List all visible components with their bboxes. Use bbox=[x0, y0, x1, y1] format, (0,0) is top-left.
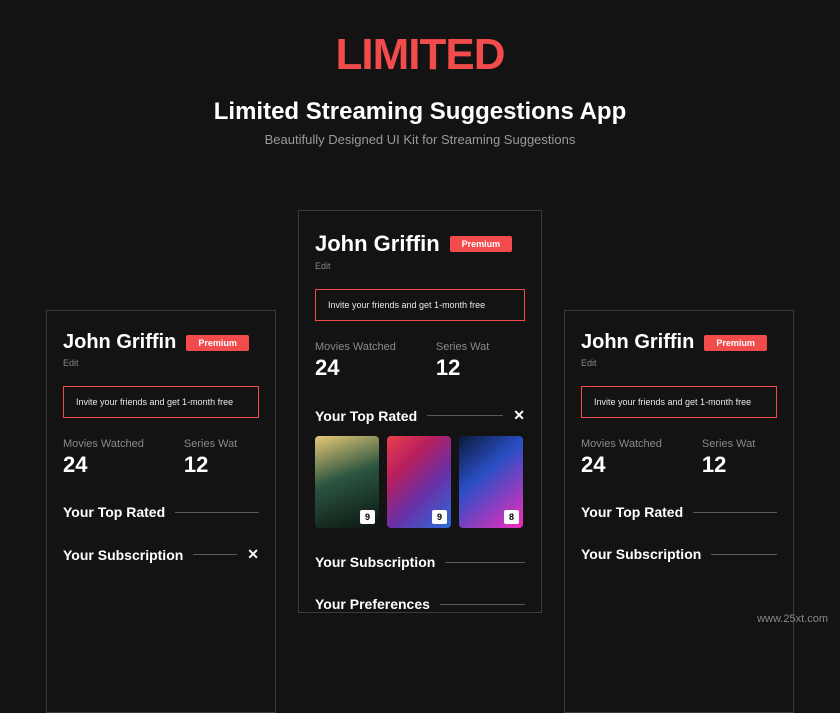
section-divider bbox=[711, 554, 777, 555]
user-name: John Griffin bbox=[315, 231, 440, 257]
stat-series: Series Wat 12 bbox=[184, 438, 237, 478]
stat-movies-value: 24 bbox=[581, 452, 662, 478]
stat-movies: Movies Watched 24 bbox=[63, 438, 144, 478]
stat-movies-label: Movies Watched bbox=[581, 438, 662, 450]
cards-row: John Griffin Premium Edit Invite your fr… bbox=[0, 310, 840, 713]
stat-series-label: Series Wat bbox=[184, 438, 237, 450]
close-icon[interactable]: ✕ bbox=[513, 407, 525, 424]
poster-item[interactable]: 9 bbox=[387, 436, 451, 528]
premium-badge: Premium bbox=[704, 335, 767, 351]
section-top-rated[interactable]: Your Top Rated ✕ bbox=[315, 407, 525, 424]
section-title: Your Subscription bbox=[315, 554, 435, 570]
poster-item[interactable]: 9 bbox=[315, 436, 379, 528]
poster-row: 9 9 8 bbox=[315, 436, 525, 528]
stat-movies: Movies Watched 24 bbox=[315, 341, 396, 381]
page-title: Limited Streaming Suggestions App bbox=[0, 98, 840, 126]
rating-badge: 9 bbox=[360, 510, 375, 524]
poster-item[interactable]: 8 bbox=[459, 436, 523, 528]
section-subscription[interactable]: Your Subscription ✕ bbox=[63, 546, 259, 563]
stat-series: Series Wat 12 bbox=[436, 341, 489, 381]
profile-card-right: John Griffin Premium Edit Invite your fr… bbox=[564, 310, 794, 713]
edit-link[interactable]: Edit bbox=[581, 358, 777, 368]
section-title: Your Top Rated bbox=[315, 408, 417, 424]
stat-series-value: 12 bbox=[436, 355, 489, 381]
section-title: Your Top Rated bbox=[581, 504, 683, 520]
stat-series-label: Series Wat bbox=[702, 438, 755, 450]
watermark: www.25xt.com bbox=[757, 613, 828, 625]
section-title: Your Top Rated bbox=[63, 504, 165, 520]
profile-card-left: John Griffin Premium Edit Invite your fr… bbox=[46, 310, 276, 713]
section-subscription[interactable]: Your Subscription bbox=[581, 546, 777, 562]
stat-series-label: Series Wat bbox=[436, 341, 489, 353]
stats-row: Movies Watched 24 Series Wat 12 bbox=[63, 438, 259, 478]
user-row: John Griffin Premium bbox=[63, 331, 259, 354]
section-divider bbox=[193, 554, 237, 555]
stat-movies-label: Movies Watched bbox=[315, 341, 396, 353]
section-top-rated[interactable]: Your Top Rated bbox=[63, 504, 259, 520]
stat-movies-value: 24 bbox=[63, 452, 144, 478]
stats-row: Movies Watched 24 Series Wat 12 bbox=[315, 341, 525, 381]
section-top-rated[interactable]: Your Top Rated bbox=[581, 504, 777, 520]
section-title: Your Subscription bbox=[63, 547, 183, 563]
section-divider bbox=[175, 512, 259, 513]
section-divider bbox=[445, 562, 525, 563]
section-divider bbox=[693, 512, 777, 513]
premium-badge: Premium bbox=[450, 236, 513, 252]
invite-banner[interactable]: Invite your friends and get 1-month free bbox=[581, 386, 777, 418]
stat-movies-value: 24 bbox=[315, 355, 396, 381]
rating-badge: 9 bbox=[432, 510, 447, 524]
section-subscription[interactable]: Your Subscription bbox=[315, 554, 525, 570]
section-title: Your Preferences bbox=[315, 596, 430, 612]
stat-movies-label: Movies Watched bbox=[63, 438, 144, 450]
user-name: John Griffin bbox=[581, 331, 694, 354]
profile-card-center: John Griffin Premium Edit Invite your fr… bbox=[298, 210, 542, 613]
user-name: John Griffin bbox=[63, 331, 176, 354]
premium-badge: Premium bbox=[186, 335, 249, 351]
header: LIMITED Limited Streaming Suggestions Ap… bbox=[0, 0, 840, 147]
user-row: John Griffin Premium bbox=[581, 331, 777, 354]
rating-badge: 8 bbox=[504, 510, 519, 524]
edit-link[interactable]: Edit bbox=[63, 358, 259, 368]
stat-series-value: 12 bbox=[702, 452, 755, 478]
brand-logo: LIMITED bbox=[0, 30, 840, 80]
page-subtitle: Beautifully Designed UI Kit for Streamin… bbox=[0, 132, 840, 147]
section-preferences[interactable]: Your Preferences bbox=[315, 596, 525, 612]
invite-banner[interactable]: Invite your friends and get 1-month free bbox=[315, 289, 525, 321]
section-title: Your Subscription bbox=[581, 546, 701, 562]
stat-movies: Movies Watched 24 bbox=[581, 438, 662, 478]
close-icon[interactable]: ✕ bbox=[247, 546, 259, 563]
stat-series-value: 12 bbox=[184, 452, 237, 478]
stats-row: Movies Watched 24 Series Wat 12 bbox=[581, 438, 777, 478]
section-divider bbox=[440, 604, 525, 605]
section-divider bbox=[427, 415, 503, 416]
user-row: John Griffin Premium bbox=[315, 231, 525, 257]
invite-banner[interactable]: Invite your friends and get 1-month free bbox=[63, 386, 259, 418]
edit-link[interactable]: Edit bbox=[315, 261, 525, 271]
stat-series: Series Wat 12 bbox=[702, 438, 755, 478]
